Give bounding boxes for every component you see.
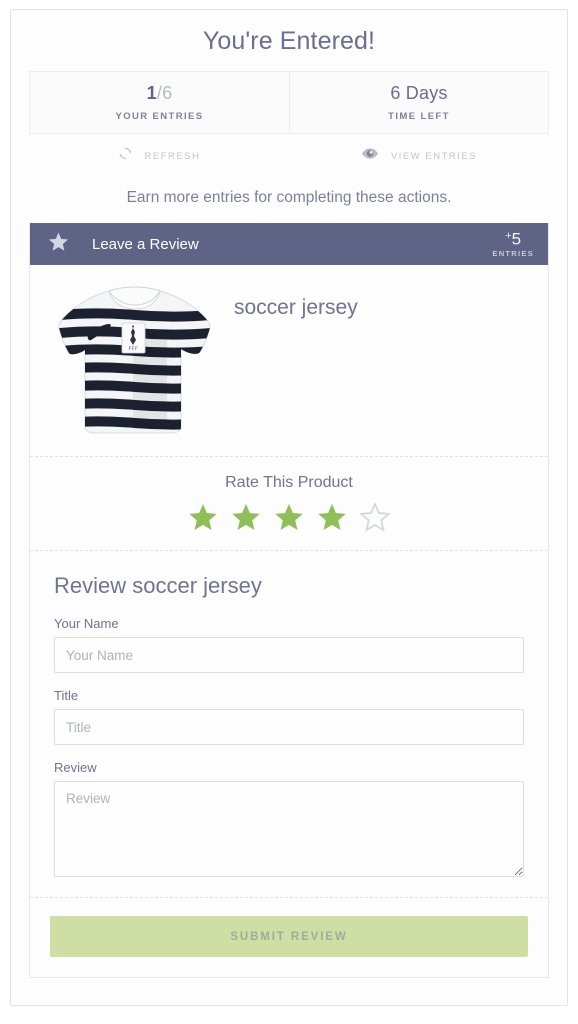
view-entries-label: VIEW ENTRIES	[390, 150, 478, 162]
your-name-label: Your Name	[54, 616, 119, 631]
entries-value: 5	[511, 229, 522, 249]
refresh-icon	[118, 146, 133, 166]
field-your-name: Your Name	[54, 616, 524, 673]
field-title: Title	[54, 688, 524, 745]
your-entries-total: /6	[156, 82, 173, 103]
view-entries-button[interactable]: VIEW ENTRIES	[289, 134, 549, 178]
refresh-button[interactable]: REFRESH	[29, 134, 289, 178]
submit-review-button[interactable]: SUBMIT REVIEW	[50, 916, 528, 957]
review-label: Review	[54, 760, 97, 775]
rating-section: Rate This Product	[30, 457, 548, 551]
rating-star-2[interactable]	[231, 503, 261, 532]
rating-star-4[interactable]	[317, 503, 347, 532]
entries-badge: +5 ENTRIES	[492, 230, 534, 258]
time-left-value: 6 Days	[390, 83, 447, 105]
stat-your-entries: 1/6 YOUR ENTRIES	[30, 72, 289, 133]
your-name-input[interactable]	[54, 637, 524, 673]
time-left-label: TIME LEFT	[388, 111, 450, 123]
product-image: FFF	[44, 279, 226, 444]
star-icon	[48, 232, 69, 257]
actions-row: REFRESH VIEW ENTRIES	[29, 134, 549, 178]
review-form: Review soccer jersey Your Name Title Rev…	[30, 551, 548, 898]
refresh-label: REFRESH	[144, 150, 201, 162]
product-name: soccer jersey	[234, 296, 358, 319]
rating-title: Rate This Product	[225, 474, 353, 491]
entries-plus: +	[505, 230, 512, 243]
stats-row: 1/6 YOUR ENTRIES 6 Days TIME LEFT	[29, 71, 549, 134]
task-card-header[interactable]: Leave a Review +5 ENTRIES	[30, 223, 548, 265]
time-left-count: 6 Days	[390, 82, 448, 103]
your-entries-count: 1	[146, 82, 157, 103]
field-review: Review	[54, 760, 524, 877]
rating-star-3[interactable]	[274, 503, 304, 532]
rating-star-1[interactable]	[188, 503, 218, 532]
entries-caption: ENTRIES	[492, 249, 534, 259]
giveaway-widget: You're Entered! 1/6 YOUR ENTRIES 6 Days …	[10, 9, 568, 1006]
product-section: FFF soccer jersey	[30, 265, 548, 457]
submit-section: SUBMIT REVIEW	[30, 898, 548, 977]
star-rating[interactable]	[30, 501, 548, 532]
your-entries-value: 1/6	[147, 83, 173, 105]
page-title: You're Entered!	[202, 27, 376, 55]
soccer-jersey-image: FFF	[58, 286, 211, 434]
stat-time-left: 6 Days TIME LEFT	[289, 72, 548, 133]
review-textarea[interactable]	[54, 781, 524, 877]
your-entries-label: YOUR ENTRIES	[115, 111, 204, 123]
entry-widget-page: You're Entered! 1/6 YOUR ENTRIES 6 Days …	[0, 0, 578, 1024]
eye-icon	[361, 147, 379, 165]
task-card-title: Leave a Review	[92, 235, 199, 253]
task-card: Leave a Review +5 ENTRIES FFF soccer jer…	[29, 223, 549, 978]
title-label: Title	[54, 688, 79, 703]
subheading: Earn more entries for completing these a…	[126, 189, 452, 206]
title-input[interactable]	[54, 709, 524, 745]
review-form-title: Review soccer jersey	[54, 573, 262, 598]
svg-text:FFF: FFF	[129, 346, 139, 352]
rating-star-5[interactable]	[359, 501, 391, 532]
